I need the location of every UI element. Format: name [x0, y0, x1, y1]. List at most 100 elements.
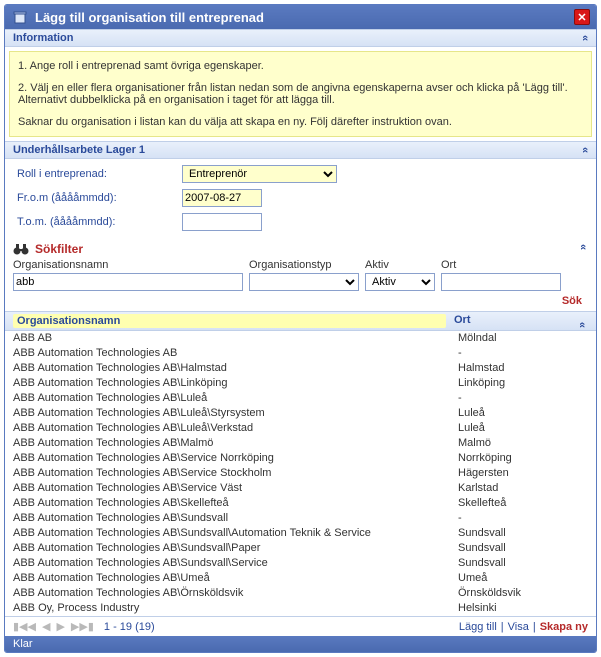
role-label: Roll i entreprenad: [17, 168, 182, 180]
info-line-2: 2. Välj en eller flera organisationer fr… [18, 82, 583, 106]
table-row[interactable]: ABB Automation Technologies AB\Sundsvall… [5, 556, 596, 571]
cell-ort: Sundsvall [458, 526, 588, 541]
lagg-till-link[interactable]: Lägg till [459, 621, 497, 633]
separator: | [501, 621, 504, 633]
collapse-icon[interactable]: « [579, 35, 591, 41]
collapse-icon[interactable]: « [574, 314, 588, 328]
cell-ort: Skellefteå [458, 496, 588, 511]
cell-orgnamn: ABB Automation Technologies AB\Luleå\Ver… [13, 421, 458, 436]
cell-orgnamn: ABB Automation Technologies AB\Luleå [13, 391, 458, 406]
cell-orgnamn: ABB Automation Technologies AB\Sundsvall… [13, 556, 458, 571]
role-select[interactable]: Entreprenör [182, 165, 337, 183]
cell-ort: Karlstad [458, 481, 588, 496]
orgnamn-input[interactable] [13, 273, 243, 291]
filter-section: « Sökfilter Organisationsnamn Organisati… [5, 239, 596, 311]
table-row[interactable]: ABB Automation Technologies AB\Luleå\Sty… [5, 406, 596, 421]
cell-ort: Sundsvall [458, 541, 588, 556]
first-page-icon[interactable]: ▮◀◀ [13, 620, 36, 633]
pager-info: 1 - 19 (19) [104, 621, 155, 633]
from-label: Fr.o.m (ååååmmdd): [17, 192, 182, 204]
table-row[interactable]: ABB Automation Technologies AB\Skellefte… [5, 496, 596, 511]
table-body: ABB ABMölndalABB Automation Technologies… [5, 331, 596, 616]
table-header: Organisationsnamn Ort « [5, 311, 596, 331]
info-line-1: 1. Ange roll i entreprenad samt övriga e… [18, 60, 583, 72]
cell-orgnamn: ABB Automation Technologies AB\Halmstad [13, 361, 458, 376]
table-row[interactable]: ABB Automation Technologies AB\Sundsvall… [5, 526, 596, 541]
separator: | [533, 621, 536, 633]
ort-input[interactable] [441, 273, 561, 291]
cell-orgnamn: ABB Automation Technologies AB\Service S… [13, 466, 458, 481]
cell-ort: Helsinki [458, 601, 588, 616]
table-row[interactable]: ABB Automation Technologies AB\Service S… [5, 466, 596, 481]
table-row[interactable]: ABB Automation Technologies AB\Luleå\Ver… [5, 421, 596, 436]
table-row[interactable]: ABB Automation Technologies AB\Örnskölds… [5, 586, 596, 601]
table-row[interactable]: ABB Automation Technologies AB\Luleå- [5, 391, 596, 406]
visa-link[interactable]: Visa [508, 621, 529, 633]
table-row[interactable]: ABB Automation Technologies AB\Sundsvall… [5, 511, 596, 526]
cell-ort: Luleå [458, 406, 588, 421]
underhall-form: Roll i entreprenad: Entreprenör Fr.o.m (… [5, 159, 596, 239]
ort-label: Ort [441, 259, 561, 271]
table-row[interactable]: ABB Automation Technologies AB\MalmöMalm… [5, 436, 596, 451]
table-row[interactable]: ABB Automation Technologies AB\Sundsvall… [5, 541, 596, 556]
aktiv-select[interactable]: Aktiv [365, 273, 435, 291]
dialog-window: Lägg till organisation till entreprenad … [4, 4, 597, 653]
table-row[interactable]: ABB Automation Technologies AB\HalmstadH… [5, 361, 596, 376]
search-button[interactable]: Sök [562, 295, 582, 307]
tom-date-input[interactable] [182, 213, 262, 231]
cell-orgnamn: ABB Automation Technologies AB\Linköping [13, 376, 458, 391]
next-page-icon[interactable]: ▶ [56, 620, 64, 633]
cell-orgnamn: ABB Automation Technologies AB\Luleå\Sty… [13, 406, 458, 421]
section-label: Information [13, 32, 582, 44]
cell-orgnamn: ABB AB [13, 331, 458, 346]
building-icon [11, 8, 29, 26]
table-row[interactable]: ABB Automation Technologies AB\Linköping… [5, 376, 596, 391]
table-row[interactable]: ABB Automation Technologies AB- [5, 346, 596, 361]
cell-ort: Luleå [458, 421, 588, 436]
statusbar: Klar [5, 636, 596, 652]
section-header-information[interactable]: Information « [5, 29, 596, 47]
cell-ort: Malmö [458, 436, 588, 451]
table-row[interactable]: ABB Automation Technologies AB\Service N… [5, 451, 596, 466]
section-label: Underhållsarbete Lager 1 [13, 144, 582, 156]
orgtyp-label: Organisationstyp [249, 259, 359, 271]
cell-orgnamn: ABB Automation Technologies AB [13, 346, 458, 361]
cell-orgnamn: ABB Oy, Process Industry [13, 601, 458, 616]
cell-ort: - [458, 391, 588, 406]
table-row[interactable]: ABB Automation Technologies AB\UmeåUmeå [5, 571, 596, 586]
cell-ort: Halmstad [458, 361, 588, 376]
orgnamn-label: Organisationsnamn [13, 259, 243, 271]
close-button[interactable]: ✕ [574, 9, 590, 25]
cell-orgnamn: ABB Automation Technologies AB\Sundsvall [13, 511, 458, 526]
cell-orgnamn: ABB Automation Technologies AB\Umeå [13, 571, 458, 586]
orgtyp-select[interactable] [249, 273, 359, 291]
cell-orgnamn: ABB Automation Technologies AB\Örnskölds… [13, 586, 458, 601]
skapa-ny-link[interactable]: Skapa ny [540, 621, 588, 633]
cell-ort: - [458, 346, 588, 361]
cell-ort: Hägersten [458, 466, 588, 481]
last-page-icon[interactable]: ▶▶▮ [71, 620, 94, 633]
filter-header: Sökfilter [5, 239, 596, 257]
info-line-3: Saknar du organisation i listan kan du v… [18, 116, 583, 128]
column-header-ort[interactable]: Ort [454, 314, 574, 328]
cell-orgnamn: ABB Automation Technologies AB\Service N… [13, 451, 458, 466]
from-date-input[interactable] [182, 189, 262, 207]
tom-label: T.o.m. (ååååmmdd): [17, 216, 182, 228]
collapse-icon[interactable]: « [577, 244, 589, 250]
filter-title: Sökfilter [35, 242, 83, 256]
status-text: Klar [13, 638, 33, 650]
cell-ort: Sundsvall [458, 556, 588, 571]
cell-orgnamn: ABB Automation Technologies AB\Service V… [13, 481, 458, 496]
information-body: 1. Ange roll i entreprenad samt övriga e… [9, 51, 592, 137]
cell-ort: Örnsköldsvik [458, 586, 588, 601]
table-row[interactable]: ABB Oy, Process IndustryHelsinki [5, 601, 596, 616]
cell-ort: Umeå [458, 571, 588, 586]
prev-page-icon[interactable]: ◀ [42, 620, 50, 633]
cell-ort: Norrköping [458, 451, 588, 466]
section-header-underhall[interactable]: Underhållsarbete Lager 1 « [5, 141, 596, 159]
column-header-orgnamn[interactable]: Organisationsnamn [13, 314, 446, 328]
collapse-icon[interactable]: « [579, 147, 591, 153]
table-row[interactable]: ABB ABMölndal [5, 331, 596, 346]
cell-ort: Mölndal [458, 331, 588, 346]
table-row[interactable]: ABB Automation Technologies AB\Service V… [5, 481, 596, 496]
